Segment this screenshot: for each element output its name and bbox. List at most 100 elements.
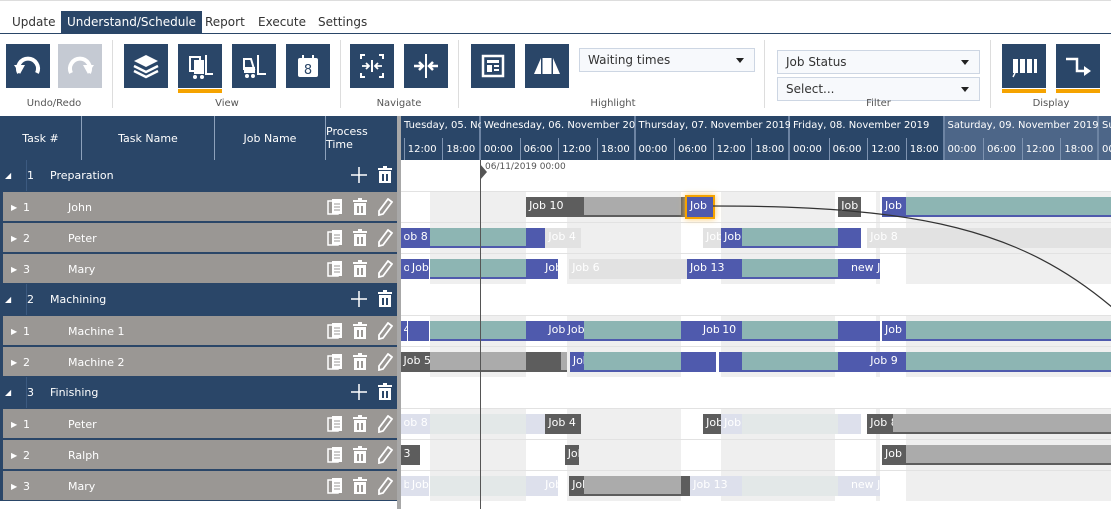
group-label-navigate: Navigate bbox=[376, 98, 422, 109]
resource-row[interactable]: ▶ 3 Mary bbox=[0, 253, 397, 284]
links-display-button[interactable] bbox=[1056, 44, 1100, 93]
resource-row[interactable]: ▶ 2 Machine 2 bbox=[0, 346, 397, 377]
tab-settings[interactable]: Settings bbox=[312, 11, 373, 34]
copy-icon[interactable] bbox=[326, 415, 344, 433]
filter-select-value: Select... bbox=[786, 82, 835, 96]
copy-icon[interactable] bbox=[326, 322, 344, 340]
expand-triangle-icon[interactable]: ▶ bbox=[11, 440, 17, 471]
delete-icon[interactable] bbox=[351, 260, 369, 278]
expand-triangle-icon[interactable]: ▶ bbox=[11, 471, 17, 502]
copy-icon[interactable] bbox=[326, 229, 344, 247]
tab-execute[interactable]: Execute bbox=[252, 11, 312, 34]
filter-status-dropdown[interactable]: Job Status bbox=[777, 50, 980, 74]
copy-icon[interactable] bbox=[326, 477, 344, 495]
delete-icon[interactable] bbox=[351, 322, 369, 340]
resource-row[interactable]: ▶ 2 Ralph bbox=[0, 439, 397, 470]
tab-report[interactable]: Report bbox=[199, 11, 251, 34]
calendar-button[interactable]: 8 bbox=[286, 44, 330, 88]
copy-icon[interactable] bbox=[326, 353, 344, 371]
delete-icon[interactable] bbox=[376, 383, 394, 401]
add-icon[interactable] bbox=[350, 383, 368, 401]
fit-width-button[interactable] bbox=[350, 44, 394, 88]
edit-pencil-icon[interactable] bbox=[376, 260, 394, 278]
dependency-link[interactable] bbox=[401, 160, 1111, 509]
hour-tick-label: 18:00 bbox=[596, 138, 636, 160]
add-icon[interactable] bbox=[350, 290, 368, 308]
delete-icon[interactable] bbox=[351, 415, 369, 433]
day-label: Thursday, 07. November 2019 bbox=[638, 120, 792, 131]
resource-row[interactable]: ▶ 2 Peter bbox=[0, 222, 397, 253]
edit-pencil-icon[interactable] bbox=[376, 446, 394, 464]
collapse-button[interactable] bbox=[404, 44, 448, 88]
calendar-icon: 8 bbox=[298, 55, 318, 78]
delete-icon[interactable] bbox=[351, 446, 369, 464]
collapse-triangle-icon[interactable]: ◢ bbox=[5, 160, 11, 191]
delete-icon[interactable] bbox=[376, 166, 394, 184]
col-header-process-time[interactable]: Process Time bbox=[326, 116, 397, 160]
expand-triangle-icon[interactable]: ▶ bbox=[11, 223, 17, 254]
resource-row[interactable]: ▶ 1 Peter bbox=[0, 408, 397, 439]
group-label-display: Display bbox=[1032, 98, 1070, 109]
delete-icon[interactable] bbox=[351, 198, 369, 216]
resource-name: Peter bbox=[68, 418, 97, 431]
expand-triangle-icon[interactable]: ▶ bbox=[11, 254, 17, 285]
active-indicator bbox=[1002, 89, 1046, 93]
tab-understand-schedule[interactable]: Understand/Schedule bbox=[61, 11, 203, 34]
collapse-triangle-icon[interactable]: ◢ bbox=[5, 377, 11, 408]
hour-tick-label: 00:00 bbox=[638, 144, 668, 155]
tab-update[interactable]: Update bbox=[6, 11, 61, 34]
group-label-highlight: Highlight bbox=[590, 98, 636, 109]
copy-icon[interactable] bbox=[326, 198, 344, 216]
report-button[interactable] bbox=[471, 44, 515, 88]
group-row[interactable]: ◢ 1 Preparation bbox=[0, 160, 397, 191]
undo-icon bbox=[14, 56, 40, 74]
hour-tick-label: 12:00 bbox=[867, 138, 906, 160]
resource-row[interactable]: ▶ 1 Machine 1 bbox=[0, 315, 397, 346]
col-header-task-num[interactable]: Task # bbox=[0, 116, 82, 160]
expand-triangle-icon[interactable]: ▶ bbox=[11, 316, 17, 347]
expand-triangle-icon[interactable]: ▶ bbox=[11, 192, 17, 223]
copy-icon[interactable] bbox=[326, 260, 344, 278]
delete-icon[interactable] bbox=[351, 229, 369, 247]
edit-pencil-icon[interactable] bbox=[376, 415, 394, 433]
resource-row-bg: ▶ 2 Peter bbox=[3, 223, 397, 252]
undo-button[interactable] bbox=[6, 44, 50, 88]
hour-tick-label: 18:00 bbox=[1060, 138, 1099, 160]
edit-pencil-icon[interactable] bbox=[376, 322, 394, 340]
collapse-triangle-icon[interactable]: ◢ bbox=[5, 284, 11, 315]
layers-button[interactable] bbox=[124, 44, 168, 88]
dependency-link-line[interactable] bbox=[712, 205, 1111, 308]
hour-tick-label: 12:00 bbox=[712, 138, 752, 160]
columns-display-button[interactable] bbox=[1002, 44, 1046, 93]
chevron-down-icon bbox=[961, 60, 969, 65]
col-header-task-name[interactable]: Task Name bbox=[82, 116, 215, 160]
resource-row-bg: ▶ 2 Ralph bbox=[3, 440, 397, 469]
group-row[interactable]: ◢ 2 Machining bbox=[0, 284, 397, 315]
edit-pencil-icon[interactable] bbox=[376, 353, 394, 371]
hour-tick-label: 18:00 bbox=[442, 138, 481, 160]
copy-icon[interactable] bbox=[326, 446, 344, 464]
edit-pencil-icon[interactable] bbox=[376, 198, 394, 216]
hour-tick-label: 12:00 bbox=[558, 138, 597, 160]
resource-row[interactable]: ▶ 3 Mary bbox=[0, 470, 397, 501]
edit-pencil-icon[interactable] bbox=[376, 477, 394, 495]
single-resource-view-button[interactable] bbox=[232, 44, 276, 88]
highlight-dropdown[interactable]: Waiting times bbox=[579, 48, 755, 72]
resource-name: Mary bbox=[68, 480, 96, 493]
trapezoid-button[interactable] bbox=[525, 44, 569, 88]
col-header-job-name[interactable]: Job Name bbox=[215, 116, 326, 160]
expand-triangle-icon[interactable]: ▶ bbox=[11, 347, 17, 378]
delete-icon[interactable] bbox=[376, 290, 394, 308]
delete-icon[interactable] bbox=[351, 477, 369, 495]
add-icon[interactable] bbox=[350, 166, 368, 184]
edit-pencil-icon[interactable] bbox=[376, 229, 394, 247]
columns-icon bbox=[1012, 59, 1037, 78]
ribbon-separator bbox=[340, 40, 341, 108]
expand-triangle-icon[interactable]: ▶ bbox=[11, 409, 17, 440]
delete-icon[interactable] bbox=[351, 353, 369, 371]
group-row[interactable]: ◢ 3 Finishing bbox=[0, 377, 397, 408]
resource-name: Machine 2 bbox=[68, 356, 125, 369]
redo-button[interactable] bbox=[58, 44, 102, 88]
multi-resource-view-button[interactable] bbox=[178, 44, 222, 93]
resource-row[interactable]: ▶ 1 John bbox=[0, 191, 397, 222]
